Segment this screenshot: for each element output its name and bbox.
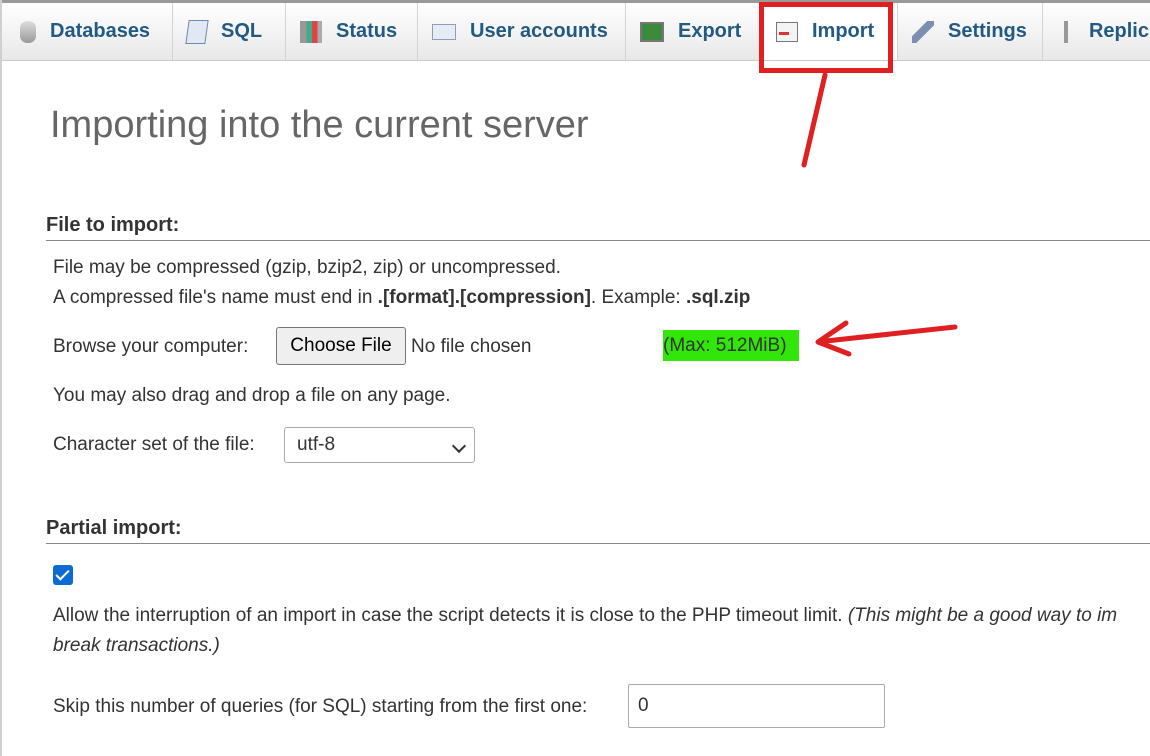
tab-export-label: Export bbox=[678, 20, 742, 42]
allow-interrupt-label: Allow the interruption of an import in c… bbox=[53, 605, 1117, 627]
replication-icon bbox=[1057, 20, 1075, 43]
tab-settings[interactable]: Settings bbox=[898, 3, 1043, 60]
tab-export[interactable]: Export bbox=[626, 3, 762, 60]
no-file-chosen-text: No file chosen bbox=[411, 336, 532, 357]
choose-file-button[interactable]: Choose File bbox=[276, 327, 406, 365]
file-to-import-heading: File to import: bbox=[46, 214, 1150, 241]
filename-note-mid: . Example: bbox=[590, 287, 686, 308]
browse-label: Browse your computer: bbox=[53, 336, 249, 357]
top-tab-bar: Databases SQL Status User accounts Expor… bbox=[2, 3, 1150, 61]
skip-queries-label: Skip this number of queries (for SQL) st… bbox=[53, 696, 588, 717]
compression-note: File may be compressed (gzip, bzip2, zip… bbox=[53, 257, 561, 278]
filename-format: .[format].[compression] bbox=[377, 287, 591, 308]
skip-queries-input[interactable]: 0 bbox=[628, 684, 885, 728]
tab-settings-label: Settings bbox=[948, 20, 1027, 42]
allow-interrupt-note-cont: break transactions.) bbox=[53, 635, 220, 657]
page-title: Importing into the current server bbox=[50, 104, 589, 146]
partial-import-heading: Partial import: bbox=[46, 517, 1150, 544]
tab-databases-label: Databases bbox=[50, 20, 151, 42]
annotation-arrow-shaft bbox=[823, 324, 958, 344]
filename-note-prefix: A compressed file's name must end in bbox=[53, 287, 378, 308]
allow-interrupt-note-line2: break transactions.) bbox=[53, 635, 220, 656]
tab-replication-label: Replic bbox=[1088, 20, 1149, 42]
charset-label: Character set of the file: bbox=[53, 434, 255, 455]
tab-sql[interactable]: SQL bbox=[173, 3, 286, 60]
allow-interrupt-note: (This might be a good way to im bbox=[847, 605, 1118, 626]
charset-select[interactable]: utf-8 bbox=[284, 427, 475, 463]
tab-status[interactable]: Status bbox=[286, 3, 418, 60]
sql-icon bbox=[185, 19, 209, 44]
tab-sql-label: SQL bbox=[221, 20, 263, 42]
chevron-down-icon bbox=[451, 438, 467, 454]
database-icon bbox=[20, 20, 36, 43]
max-upload-size: (Max: 512MiB) bbox=[663, 330, 799, 361]
status-icon bbox=[300, 20, 322, 43]
annotation-arrow-head bbox=[815, 320, 852, 357]
filename-example: .sql.zip bbox=[685, 287, 751, 308]
tab-user-accounts-label: User accounts bbox=[470, 20, 608, 42]
tab-replication[interactable]: Replic bbox=[1043, 3, 1150, 60]
annotation-highlight-box bbox=[759, 2, 893, 73]
left-border bbox=[0, 0, 2, 756]
tab-user-accounts[interactable]: User accounts bbox=[418, 3, 626, 60]
allow-interrupt-checkbox[interactable] bbox=[53, 565, 73, 585]
filename-note: A compressed file's name must end in .[f… bbox=[53, 287, 750, 309]
drag-drop-note: You may also drag and drop a file on any… bbox=[53, 385, 451, 406]
tab-databases[interactable]: Databases bbox=[2, 3, 173, 60]
annotation-line bbox=[801, 72, 828, 168]
allow-interrupt-text: Allow the interruption of an import in c… bbox=[53, 605, 848, 626]
settings-icon bbox=[912, 20, 934, 43]
user-accounts-icon bbox=[432, 23, 456, 40]
tab-status-label: Status bbox=[336, 20, 398, 42]
charset-selected-value: utf-8 bbox=[297, 434, 336, 455]
export-icon bbox=[640, 21, 664, 42]
